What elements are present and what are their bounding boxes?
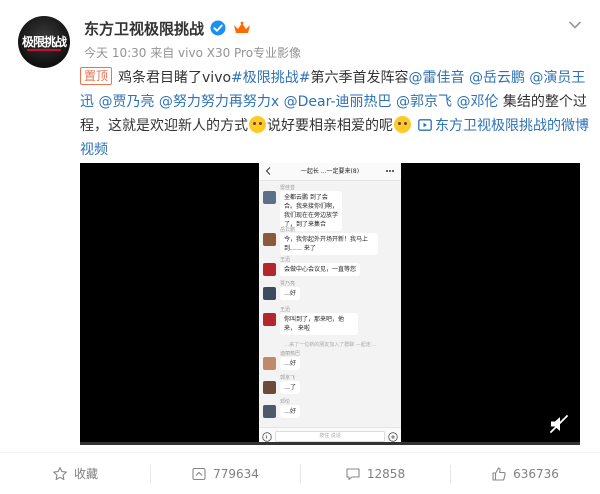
chat-message: 岳云鹏 今，我你起外开场开新！我马上到…… 来了	[263, 227, 378, 255]
comment-button[interactable]: 12858	[300, 453, 450, 494]
avatar-logo-bar	[27, 49, 61, 51]
chat-bubble: 全都云鹏 到了会合。我来接你们啊，我们现在在旁边放学了，到了来集合	[280, 191, 342, 231]
star-icon	[53, 466, 67, 480]
repost-count: 779634	[213, 466, 259, 481]
chat-avatar	[263, 405, 276, 418]
mention-link[interactable]: @Dear-迪丽热巴	[284, 94, 392, 110]
chat-input: 按住 说话	[275, 431, 385, 442]
chat-avatar	[263, 381, 276, 394]
like-count: 636736	[513, 466, 559, 481]
repost-icon	[192, 467, 206, 480]
mute-icon[interactable]	[548, 413, 570, 435]
chat-header: 一起长 ...一定要来(8)	[259, 163, 401, 181]
favorite-label: 收藏	[73, 467, 98, 481]
chat-bubble: 会做中心会议见，一直等您	[280, 263, 361, 276]
chat-avatar	[263, 357, 276, 370]
username[interactable]: 东方卫视极限挑战	[84, 18, 204, 39]
pinned-badge: 置顶	[80, 67, 113, 85]
mention-link[interactable]: @邓伦	[456, 94, 498, 110]
post-intro: 鸡条君目睹了vivo	[118, 70, 232, 86]
back-icon	[265, 167, 271, 175]
video-progress-bar[interactable]	[80, 442, 580, 445]
chat-avatar	[263, 233, 276, 246]
action-bar: 收藏 779634 12858 636736	[0, 452, 600, 494]
member-level-icon	[234, 21, 251, 33]
chat-avatar	[263, 263, 276, 276]
verified-icon	[210, 20, 226, 36]
comment-icon	[346, 467, 360, 480]
voice-icon	[262, 432, 272, 442]
thumbs-up-icon	[492, 466, 506, 481]
repost-button[interactable]: 779634	[150, 453, 300, 494]
chevron-down-icon[interactable]	[568, 18, 582, 32]
add-icon	[388, 432, 398, 442]
favorite-button[interactable]: 收藏	[0, 453, 150, 494]
more-icon	[386, 170, 394, 172]
comment-count: 12858	[366, 466, 406, 481]
post-body-2: 说好要相亲相爱的呢	[267, 118, 393, 134]
mention-link[interactable]: @岳云鹏	[469, 70, 525, 86]
chat-message: 迪丽热巴 …好	[263, 351, 301, 370]
video-frame-chat: 一起长 ...一定要来(8) 雷佳音 全都云鹏 到了会合。我来接你们啊，我们现在…	[259, 163, 401, 445]
video-player[interactable]: 一起长 ...一定要来(8) 雷佳音 全都云鹏 到了会合。我来接你们啊，我们现在…	[80, 163, 580, 445]
chat-system-note: …来了一位新的朋友加入了群聊 —起走…	[284, 342, 376, 348]
mention-link[interactable]: @努力努力再努力x	[159, 94, 279, 110]
chat-bubble: …了	[280, 381, 301, 394]
chat-title: 一起长 ...一定要来(8)	[300, 168, 360, 175]
chat-bubble: …好	[280, 287, 301, 300]
chat-message: 邓伦 …好	[263, 399, 301, 418]
post-text: 置顶 鸡条君目睹了vivo#极限挑战#第六季首发阵容@雷佳音 @岳云鹏 @演员王迅…	[80, 66, 590, 162]
chat-message: 王迅 会做中心会议见，一直等您	[263, 257, 361, 276]
mention-link[interactable]: @贾乃亮	[98, 94, 154, 110]
mention-link[interactable]: @郭京飞	[396, 94, 452, 110]
chat-message: 王迅 你叫到了，那来吧，他来， 来啦	[263, 307, 358, 335]
avatar[interactable]: 极限挑战	[18, 16, 70, 68]
hashtag-link[interactable]: #极限挑战#	[231, 70, 310, 86]
chat-message: 郭京飞 …了	[263, 375, 301, 394]
chat-bubble: 今，我你起外开场开新！我马上到…… 来了	[280, 233, 378, 255]
chat-avatar	[263, 313, 276, 326]
chat-bubble: …好	[280, 405, 301, 418]
post-meta: 今天 10:30 来自 vivo X30 Pro专业影像	[84, 46, 302, 60]
grin-emoji-icon	[394, 116, 411, 133]
post-season: 第六季首发阵容	[310, 70, 409, 86]
chat-message: 雷佳音 全都云鹏 到了会合。我来接你们啊，我们现在在旁边放学了，到了来集合	[263, 185, 342, 231]
chat-avatar	[263, 287, 276, 300]
laugh-emoji-icon	[249, 116, 266, 133]
chat-avatar	[263, 191, 276, 204]
video-link-icon	[418, 119, 432, 131]
mention-link[interactable]: @雷佳音	[409, 70, 465, 86]
author-row: 东方卫视极限挑战	[84, 16, 254, 40]
avatar-logo-text: 极限挑战	[21, 35, 67, 49]
chat-bubble: …好	[280, 357, 301, 370]
like-button[interactable]: 636736	[450, 453, 600, 494]
chat-bubble: 你叫到了，那来吧，他来， 来啦	[280, 313, 358, 335]
chat-message: 贾乃亮 …好	[263, 281, 301, 300]
